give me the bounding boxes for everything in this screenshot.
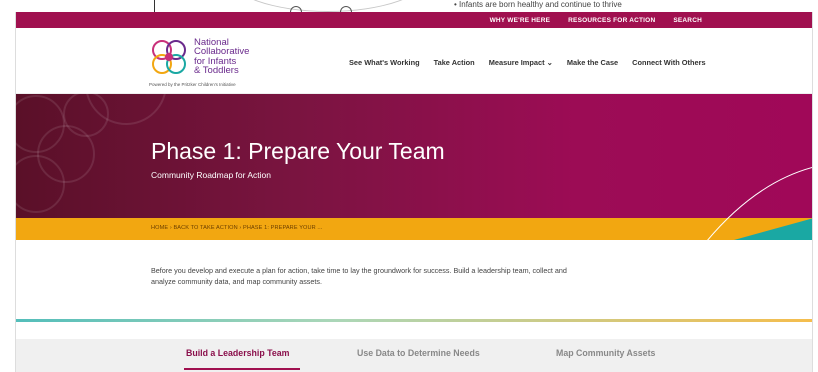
intro-paragraph: Before you develop and execute a plan fo… xyxy=(151,266,567,286)
utility-link-why-here[interactable]: WHY WE'RE HERE xyxy=(490,17,551,24)
site-logo[interactable]: National Collaborative for Infants & Tod… xyxy=(149,37,249,77)
nav-item-see-whats-working[interactable]: See What's Working xyxy=(349,58,420,67)
site-header: National Collaborative for Infants & Tod… xyxy=(16,28,812,94)
nav-item-make-the-case[interactable]: Make the Case xyxy=(567,58,618,67)
page-subtitle: Community Roadmap for Action xyxy=(151,170,271,180)
breadcrumb: HOME › BACK TO TAKE ACTION › PHASE 1: PR… xyxy=(16,218,812,240)
decorative-arc xyxy=(228,0,428,12)
hero-banner: Phase 1: Prepare Your Team Community Roa… xyxy=(16,94,812,218)
breadcrumb-trail[interactable]: HOME › BACK TO TAKE ACTION › PHASE 1: PR… xyxy=(151,225,322,231)
logo-wordmark: National Collaborative for Infants & Tod… xyxy=(194,38,249,77)
utility-bar: WHY WE'RE HERE RESOURCES FOR ACTION SEAR… xyxy=(16,12,812,28)
nav-item-connect-with-others[interactable]: Connect With Others xyxy=(632,58,705,67)
nav-item-take-action[interactable]: Take Action xyxy=(434,58,475,67)
section-tabs: Build a Leadership Team Use Data to Dete… xyxy=(16,339,812,372)
decorative-curve xyxy=(706,167,812,242)
utility-link-search[interactable]: SEARCH xyxy=(673,17,702,24)
tab-build-leadership-team[interactable]: Build a Leadership Team xyxy=(186,348,289,358)
divider-line xyxy=(154,0,155,12)
utility-link-resources[interactable]: RESOURCES FOR ACTION xyxy=(568,17,655,24)
page-title: Phase 1: Prepare Your Team xyxy=(151,138,445,164)
section-divider xyxy=(16,319,812,322)
slide-bullet-text: • Infants are born healthy and continue … xyxy=(454,0,622,9)
tab-use-data[interactable]: Use Data to Determine Needs xyxy=(357,348,480,358)
webpage: WHY WE'RE HERE RESOURCES FOR ACTION SEAR… xyxy=(15,12,813,372)
logo-icon xyxy=(152,40,186,74)
background-slide: • Infants are born healthy and continue … xyxy=(0,0,818,18)
logo-tagline: Powered by the Pritzker Children's Initi… xyxy=(149,82,236,87)
tab-map-assets[interactable]: Map Community Assets xyxy=(556,348,655,358)
nav-item-measure-impact[interactable]: Measure Impact ⌄ xyxy=(489,58,553,67)
main-nav: See What's Working Take Action Measure I… xyxy=(349,58,706,67)
active-tab-indicator xyxy=(184,368,300,370)
logo-line: & Toddlers xyxy=(194,65,239,77)
